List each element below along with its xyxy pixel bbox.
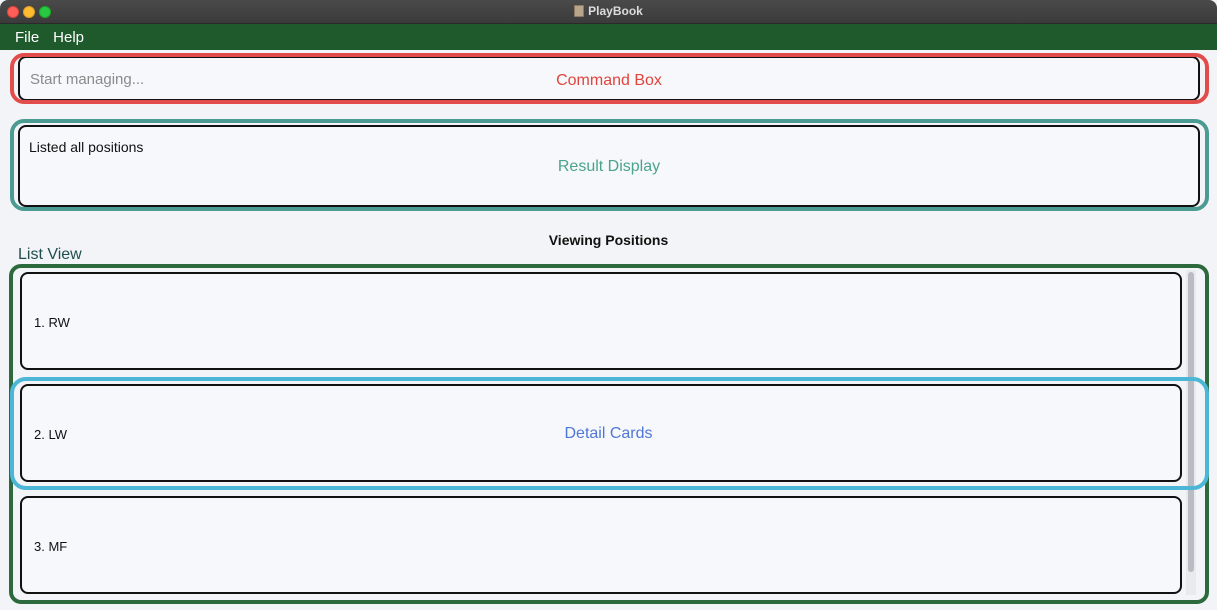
- app-window: PlayBook File Help Command Box Listed al…: [0, 0, 1217, 610]
- menu-file[interactable]: File: [8, 29, 46, 46]
- menu-help[interactable]: Help: [46, 29, 91, 46]
- command-box-annotation: Command Box: [556, 72, 662, 89]
- list-item-label: 1. RW: [34, 315, 70, 330]
- command-box: Command Box: [18, 56, 1200, 101]
- list-heading: Viewing Positions: [548, 232, 669, 248]
- menu-bar: File Help: [0, 24, 1217, 50]
- list-item[interactable]: 1. RW: [20, 272, 1182, 370]
- list-item-label: 3. MF: [34, 539, 68, 554]
- result-display: Listed all positions Result Display: [18, 125, 1200, 207]
- list-item[interactable]: 3. MF: [20, 496, 1182, 594]
- list-view-annotation: List View: [18, 246, 82, 263]
- result-text: Listed all positions: [29, 139, 144, 155]
- app-icon: [574, 5, 585, 17]
- window-title-area: PlayBook: [0, 4, 1217, 18]
- window-title: PlayBook: [588, 4, 643, 18]
- detail-cards-annotation: Detail Cards: [564, 425, 653, 442]
- scrollbar-thumb[interactable]: [1188, 272, 1194, 572]
- title-bar: PlayBook: [0, 0, 1217, 24]
- result-display-annotation: Result Display: [557, 158, 661, 175]
